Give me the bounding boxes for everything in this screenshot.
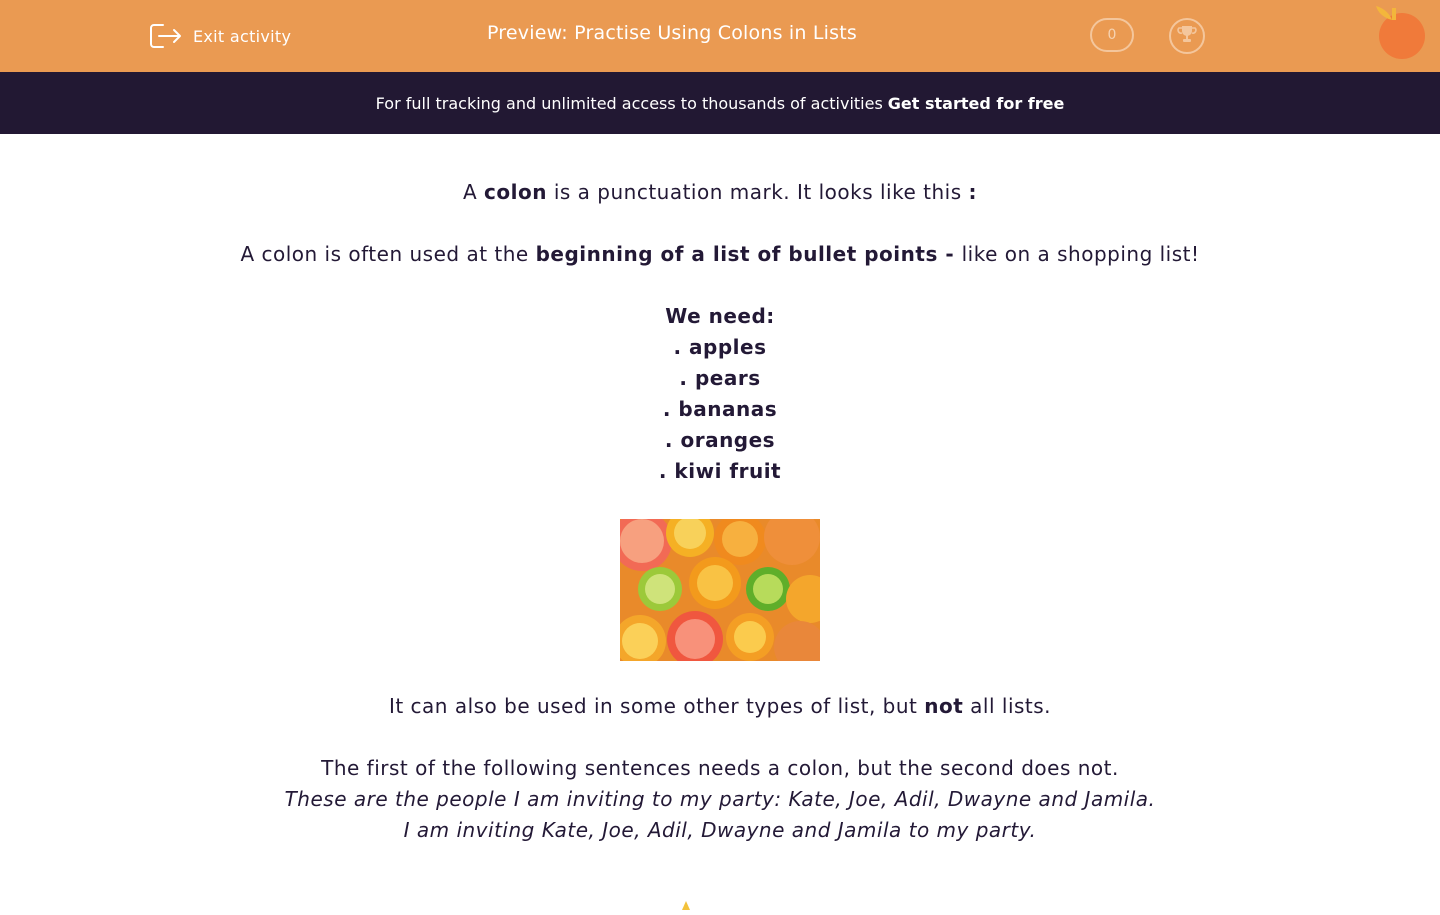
decorative-star-icon — [678, 891, 698, 915]
paragraph-comparison: The first of the following sentences nee… — [321, 756, 1119, 780]
list-item: . pears — [679, 366, 761, 390]
orange-logo-icon — [1372, 4, 1432, 66]
top-bar: Exit activity Preview: Practise Using Co… — [0, 0, 1440, 72]
list-heading: We need: — [665, 304, 775, 328]
list-item: . oranges — [664, 428, 776, 452]
list-item: . apples — [673, 335, 767, 359]
trophy-icon — [1176, 23, 1198, 49]
paragraph-colon-definition: A colon is a punctuation mark. It looks … — [462, 180, 977, 204]
get-started-link[interactable]: Get started for free — [888, 94, 1065, 113]
example-sentence-with-colon: These are the people I am inviting to my… — [284, 787, 1156, 811]
promo-text: For full tracking and unlimited access t… — [375, 93, 883, 113]
paragraph-other-lists: It can also be used in some other types … — [388, 694, 1052, 718]
paragraph-list-usage: A colon is often used at the beginning o… — [240, 242, 1200, 266]
citrus-fruit-image — [620, 519, 820, 661]
list-item: . kiwi fruit — [658, 459, 782, 483]
score-badge: 0 — [1090, 18, 1134, 52]
trophy-button[interactable] — [1169, 18, 1205, 54]
promo-banner: For full tracking and unlimited access t… — [0, 72, 1440, 134]
page-title: Preview: Practise Using Colons in Lists — [486, 22, 857, 44]
list-item: . bananas — [662, 397, 778, 421]
example-sentence-without-colon: I am inviting Kate, Joe, Adil, Dwayne an… — [403, 818, 1037, 842]
